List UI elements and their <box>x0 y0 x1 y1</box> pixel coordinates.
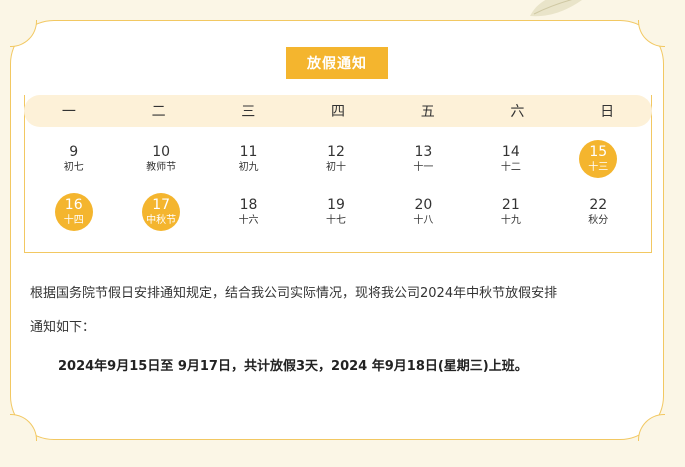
calendar-day: 20 十八 <box>380 193 467 246</box>
weekday-thu: 四 <box>330 104 345 120</box>
calendar-day: 10 教师节 <box>117 140 204 193</box>
weekday-header: 一 二 三 四 五 六 日 <box>24 95 652 127</box>
weekday-tue: 二 <box>151 104 166 120</box>
calendar-day: 18 十六 <box>205 193 292 246</box>
day-number: 11 <box>239 144 258 160</box>
notice-line-1: 根据国务院节假日安排通知规定，结合我公司实际情况，现将我公司2024年中秋节放假… <box>30 286 558 301</box>
lunar-date: 十七 <box>325 215 346 226</box>
lunar-date: 十一 <box>413 162 434 173</box>
weekday-mon: 一 <box>61 104 76 120</box>
lunar-date: 十六 <box>238 215 259 226</box>
notice-line-2: 通知如下： <box>30 320 96 335</box>
weekday-wed: 三 <box>241 104 256 120</box>
calendar-day: 14 十二 <box>467 140 554 193</box>
lunar-date: 十四 <box>63 215 84 226</box>
day-number: 10 <box>152 144 171 160</box>
lunar-date: 秋分 <box>588 215 609 226</box>
day-number: 22 <box>589 197 608 213</box>
lunar-date: 十九 <box>500 215 521 226</box>
notice-paragraph: 根据国务院节假日安排通知规定，结合我公司实际情况，现将我公司2024年中秋节放假… <box>30 277 650 345</box>
lunar-date: 十八 <box>413 215 434 226</box>
holiday-summary: 2024年9月15日至 9月17日，共计放假3天，2024 年9月18日(星期三… <box>58 359 528 374</box>
day-number: 16 <box>64 197 83 213</box>
calendar-day: 19 十七 <box>292 193 379 246</box>
weekday-sun: 日 <box>600 104 615 120</box>
lunar-date: 初九 <box>238 162 259 173</box>
day-number: 17 <box>152 197 171 213</box>
calendar-day: 13 十一 <box>380 140 467 193</box>
lunar-date: 初七 <box>63 162 84 173</box>
calendar-grid: 9 初七 10 教师节 11 初九 12 初十 13 十一 14 十二 15 十三 16 十四 … <box>30 140 642 246</box>
calendar-day: 12 初十 <box>292 140 379 193</box>
day-number: 20 <box>414 197 433 213</box>
calendar-day: 16 十四 <box>30 193 117 246</box>
notice-title: 放假通知 <box>286 47 388 79</box>
weekday-fri: 五 <box>420 104 435 120</box>
lunar-date: 十三 <box>588 162 609 173</box>
calendar-day: 15 十三 <box>555 140 642 193</box>
calendar-day: 17 中秋节 <box>117 193 204 246</box>
lunar-date: 中秋节 <box>146 215 177 226</box>
lunar-date: 初十 <box>325 162 346 173</box>
lunar-date: 十二 <box>500 162 521 173</box>
day-number: 12 <box>327 144 345 160</box>
day-number: 14 <box>501 144 520 160</box>
calendar-day: 21 十九 <box>467 193 554 246</box>
day-number: 13 <box>414 144 433 160</box>
weekday-sat: 六 <box>510 104 525 120</box>
day-number: 18 <box>239 197 258 213</box>
calendar-day: 11 初九 <box>205 140 292 193</box>
day-number: 21 <box>501 197 520 213</box>
lunar-date: 教师节 <box>146 162 177 173</box>
day-number: 15 <box>589 144 608 160</box>
calendar-day: 22 秋分 <box>555 193 642 246</box>
calendar-day: 9 初七 <box>30 140 117 193</box>
day-number: 19 <box>327 197 345 213</box>
day-number: 9 <box>69 144 79 160</box>
